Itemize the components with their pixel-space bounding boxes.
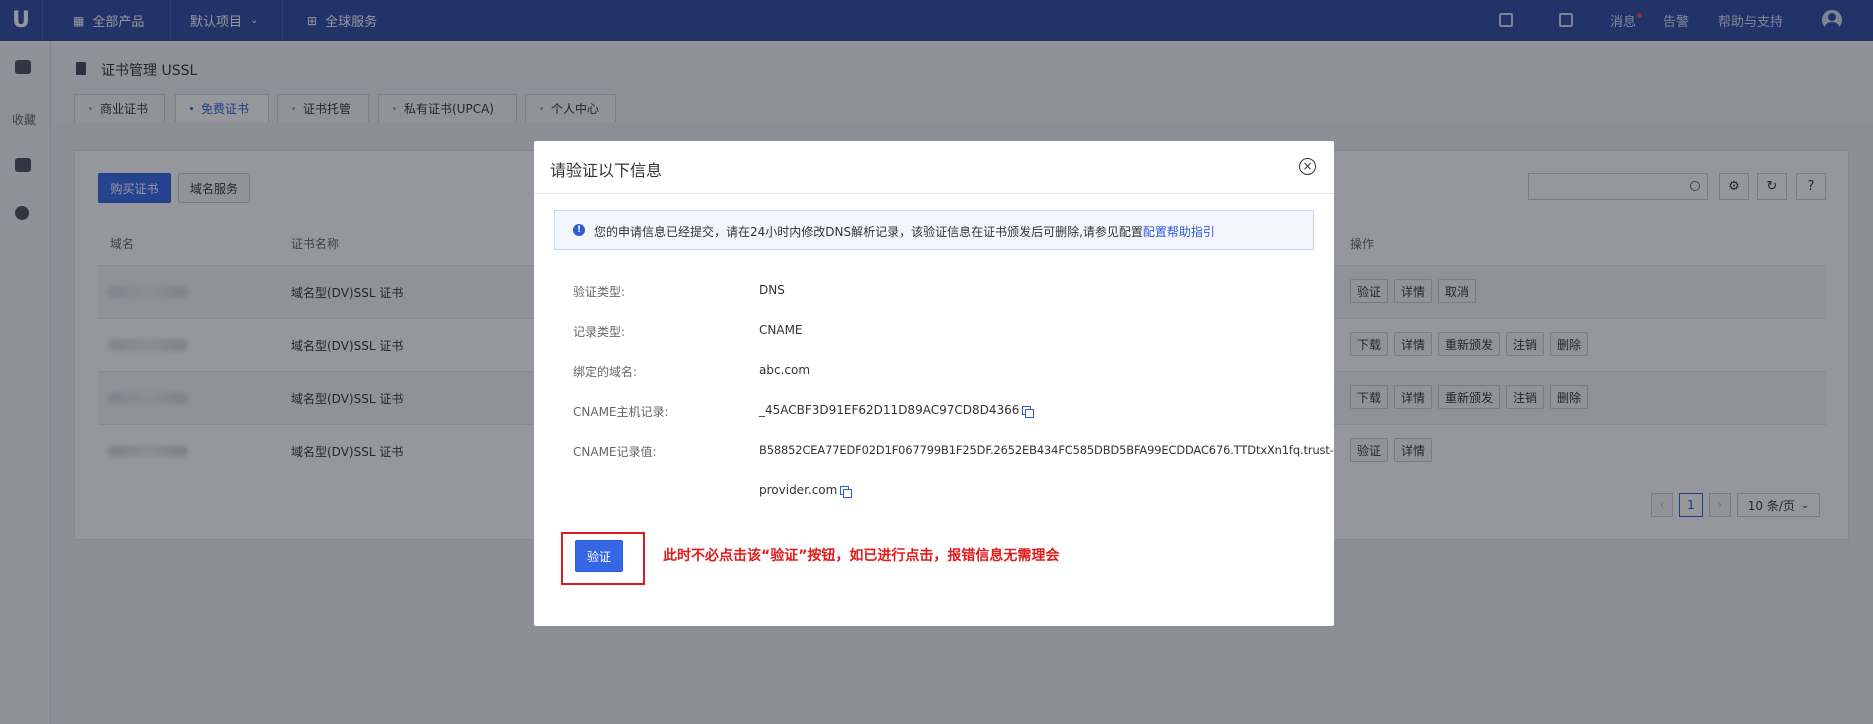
- field-value-cname-value: B58852CEA77EDF02D1F067799B1F25DF.2652EB4…: [759, 443, 1334, 457]
- modal-header: 请验证以下信息 ×: [534, 141, 1334, 194]
- info-notice: ! 您的申请信息已经提交，请在24小时内修改DNS解析记录，该验证信息在证书颁发…: [554, 210, 1314, 250]
- field-label-bound-domain: 绑定的域名:: [573, 365, 638, 379]
- copy-icon[interactable]: [840, 486, 853, 498]
- field-value-verify-type: DNS: [759, 283, 785, 297]
- warning-annotation: 此时不必点击该“验证”按钮，如已进行点击，报错信息无需理会: [663, 548, 1060, 564]
- field-label-cname-host: CNAME主机记录:: [573, 405, 669, 419]
- field-value-cname-host: _45ACBF3D91EF62D11D89AC97CD8D4366: [759, 403, 1035, 418]
- notice-message: 您的申请信息已经提交，请在24小时内修改DNS解析记录，该验证信息在证书颁发后可…: [594, 225, 1143, 239]
- verify-button[interactable]: 验证: [575, 540, 623, 572]
- copy-icon[interactable]: [1022, 406, 1035, 418]
- field-label-record-type: 记录类型:: [573, 325, 626, 339]
- cname-value-line2: provider.com: [759, 483, 838, 497]
- close-icon[interactable]: ×: [1299, 158, 1316, 175]
- field-value-cname-value-cont: provider.com: [759, 483, 853, 498]
- cname-host-value: _45ACBF3D91EF62D11D89AC97CD8D4366: [759, 403, 1020, 417]
- info-icon: !: [573, 224, 585, 236]
- field-label-cname-value: CNAME记录值:: [573, 445, 657, 459]
- modal-title: 请验证以下信息: [550, 161, 663, 180]
- field-label-verify-type: 验证类型:: [573, 285, 626, 299]
- help-guide-link[interactable]: 配置帮助指引: [1143, 225, 1215, 239]
- field-value-record-type: CNAME: [759, 323, 803, 337]
- verify-info-modal: 请验证以下信息 × ! 您的申请信息已经提交，请在24小时内修改DNS解析记录，…: [534, 141, 1334, 626]
- field-value-bound-domain: abc.com: [759, 363, 811, 377]
- notice-text: 您的申请信息已经提交，请在24小时内修改DNS解析记录，该验证信息在证书颁发后可…: [594, 223, 1215, 240]
